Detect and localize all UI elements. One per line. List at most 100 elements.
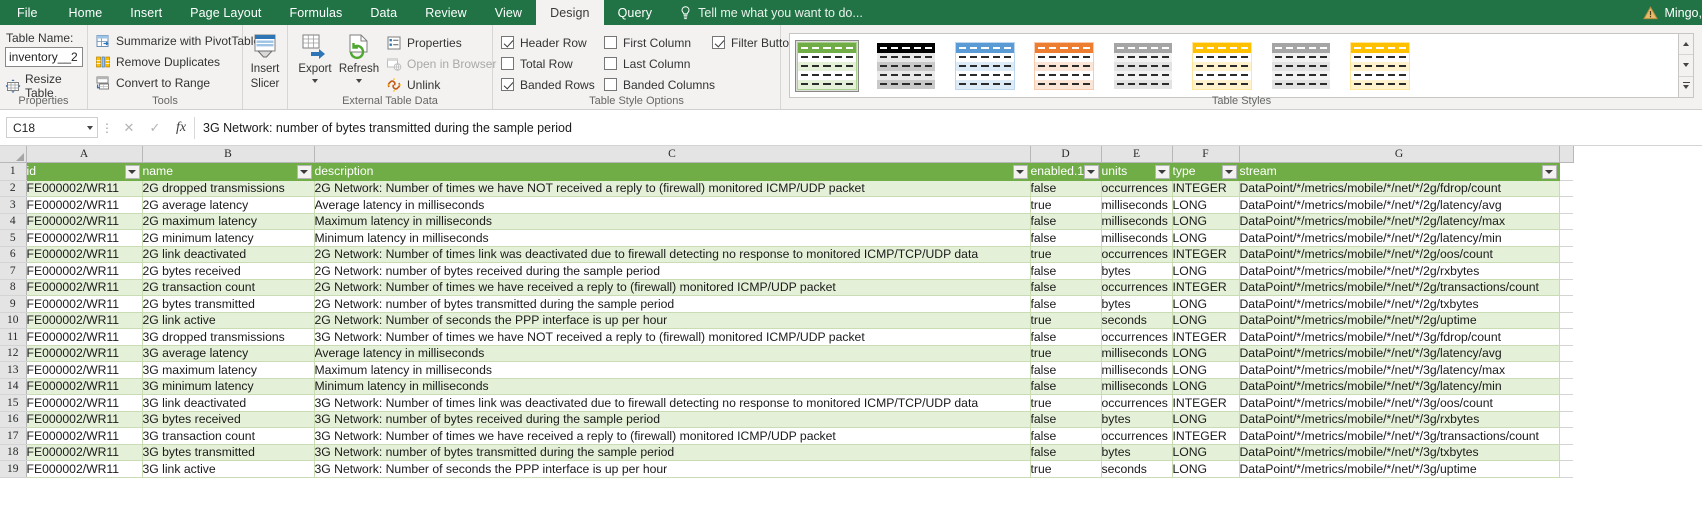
checkbox-header-row[interactable]: Header Row	[501, 36, 604, 50]
insert-slicer-button[interactable]: Insert Slicer	[243, 30, 287, 90]
cell-F11[interactable]: INTEGER	[1172, 328, 1240, 346]
name-box-chevron-down-icon[interactable]	[87, 125, 93, 130]
cell-B4[interactable]: 2G maximum latency	[142, 213, 315, 230]
cell-F7[interactable]: LONG	[1172, 262, 1240, 280]
cell-G5[interactable]: DataPoint/*/metrics/mobile/*/net/*/2g/la…	[1239, 229, 1560, 247]
column-header-F[interactable]: F	[1172, 146, 1240, 163]
cell-F16[interactable]: LONG	[1172, 411, 1240, 428]
cell-F19[interactable]: LONG	[1172, 460, 1240, 478]
cell-A5[interactable]: FE000002/WR11	[26, 229, 143, 247]
header-row-checkbox-box[interactable]	[501, 36, 514, 49]
cell-G6[interactable]: DataPoint/*/metrics/mobile/*/net/*/2g/oo…	[1239, 246, 1560, 263]
cell-G15[interactable]: DataPoint/*/metrics/mobile/*/net/*/3g/oo…	[1239, 394, 1560, 412]
column-header-C[interactable]: C	[314, 146, 1031, 163]
tab-insert[interactable]: Insert	[116, 0, 176, 25]
cell-G3[interactable]: DataPoint/*/metrics/mobile/*/net/*/2g/la…	[1239, 196, 1560, 214]
cell-B18[interactable]: 3G bytes transmitted	[142, 444, 315, 461]
cell-E3[interactable]: milliseconds	[1101, 196, 1173, 214]
table-row[interactable]: 10 FE000002/WR11 2G link active 2G Network:…	[0, 312, 1573, 329]
table-column-header-units[interactable]: units	[1101, 162, 1173, 181]
column-header-E[interactable]: E	[1101, 146, 1173, 163]
cell-E9[interactable]: bytes	[1101, 295, 1173, 313]
row-header-17[interactable]: 17	[0, 427, 27, 445]
cell-A15[interactable]: FE000002/WR11	[26, 394, 143, 412]
table-row[interactable]: 7 FE000002/WR11 2G bytes received 2G Networ…	[0, 262, 1573, 280]
table-row[interactable]: 11 FE000002/WR11 3G dropped transmissions 3…	[0, 328, 1573, 346]
cell-E6[interactable]: occurrences	[1101, 246, 1173, 263]
table-row[interactable]: 14 FE000002/WR11 3G minimum latency Minimum…	[0, 378, 1573, 395]
row-header-12[interactable]: 12	[0, 345, 27, 362]
banded-columns-checkbox-box[interactable]	[604, 78, 617, 91]
tab-design[interactable]: Design	[536, 0, 604, 25]
cell-B5[interactable]: 2G minimum latency	[142, 229, 315, 247]
cell-A3[interactable]: FE000002/WR11	[26, 196, 143, 214]
gallery-scroll-buttons[interactable]	[1678, 34, 1693, 97]
row-header-7[interactable]: 7	[0, 262, 27, 280]
tab-review[interactable]: Review	[411, 0, 481, 25]
cell-D4[interactable]: false	[1030, 213, 1102, 230]
cell-C7[interactable]: 2G Network: number of bytes received dur…	[314, 262, 1031, 280]
cell-G7[interactable]: DataPoint/*/metrics/mobile/*/net/*/2g/rx…	[1239, 262, 1560, 280]
cell-D2[interactable]: false	[1030, 180, 1102, 197]
row-header-6[interactable]: 6	[0, 246, 27, 263]
total-row-checkbox-box[interactable]	[501, 57, 514, 70]
tab-data[interactable]: Data	[356, 0, 411, 25]
table-row[interactable]: 18 FE000002/WR11 3G bytes transmitted 3G Ne…	[0, 444, 1573, 461]
cell-E12[interactable]: milliseconds	[1101, 345, 1173, 362]
table-column-header-enabled.1[interactable]: enabled.1	[1030, 162, 1102, 181]
cell-B16[interactable]: 3G bytes received	[142, 411, 315, 428]
row-header-15[interactable]: 15	[0, 394, 27, 412]
cell-C8[interactable]: 2G Network: Number of times we have rece…	[314, 279, 1031, 296]
cell-A13[interactable]: FE000002/WR11	[26, 361, 143, 379]
cell-A6[interactable]: FE000002/WR11	[26, 246, 143, 263]
cell-C2[interactable]: 2G Network: Number of times we have NOT …	[314, 180, 1031, 197]
remove-duplicates-button[interactable]: Remove Duplicates	[95, 51, 242, 72]
cell-D10[interactable]: true	[1030, 312, 1102, 329]
cell-C6[interactable]: 2G Network: Number of times link was dea…	[314, 246, 1031, 263]
cell-F18[interactable]: LONG	[1172, 444, 1240, 461]
table-row[interactable]: 12 FE000002/WR11 3G average latency Average…	[0, 345, 1573, 362]
table-row[interactable]: 4 FE000002/WR11 2G maximum latency Maximum …	[0, 213, 1573, 230]
cell-F6[interactable]: INTEGER	[1172, 246, 1240, 263]
table-style-swatch-green[interactable]	[795, 39, 859, 92]
table-row[interactable]: 8 FE000002/WR11 2G transaction count 2G Net…	[0, 279, 1573, 296]
cell-D12[interactable]: true	[1030, 345, 1102, 362]
gallery-more-button[interactable]	[1679, 77, 1693, 97]
cell-A17[interactable]: FE000002/WR11	[26, 427, 143, 445]
cell-C19[interactable]: 3G Network: Number of seconds the PPP in…	[314, 460, 1031, 478]
cell-D18[interactable]: false	[1030, 444, 1102, 461]
cell-C10[interactable]: 2G Network: Number of seconds the PPP in…	[314, 312, 1031, 329]
tab-query[interactable]: Query	[604, 0, 667, 25]
row-header-13[interactable]: 13	[0, 361, 27, 379]
cell-F15[interactable]: INTEGER	[1172, 394, 1240, 412]
formula-input[interactable]: 3G Network: number of bytes transmitted …	[194, 116, 1702, 139]
column-header-G[interactable]: G	[1239, 146, 1560, 163]
table-style-swatch-yellow2[interactable]	[1349, 41, 1411, 91]
refresh-dropdown-arrow[interactable]	[356, 78, 362, 83]
tab-page-layout[interactable]: Page Layout	[176, 0, 275, 25]
table-name-input[interactable]	[5, 47, 83, 67]
table-row[interactable]: 13 FE000002/WR11 3G maximum latency Maximum…	[0, 361, 1573, 379]
cancel-entry-button[interactable]: ✕	[116, 117, 142, 139]
cell-B17[interactable]: 3G transaction count	[142, 427, 315, 445]
filter-dropdown-icon-stream[interactable]	[1541, 164, 1557, 179]
cell-B14[interactable]: 3G minimum latency	[142, 378, 315, 395]
name-box[interactable]: C18	[6, 117, 98, 138]
cell-G12[interactable]: DataPoint/*/metrics/mobile/*/net/*/3g/la…	[1239, 345, 1560, 362]
cell-C13[interactable]: Maximum latency in milliseconds	[314, 361, 1031, 379]
cell-F12[interactable]: LONG	[1172, 345, 1240, 362]
cell-C9[interactable]: 2G Network: number of bytes transmitted …	[314, 295, 1031, 313]
cell-B2[interactable]: 2G dropped transmissions	[142, 180, 315, 197]
table-style-swatch-gray[interactable]	[1112, 41, 1174, 91]
cell-B7[interactable]: 2G bytes received	[142, 262, 315, 280]
tell-me-box[interactable]: Tell me what you want to do...	[666, 0, 875, 25]
cell-E8[interactable]: occurrences	[1101, 279, 1173, 296]
table-column-header-id[interactable]: id	[26, 162, 143, 181]
cell-B13[interactable]: 3G maximum latency	[142, 361, 315, 379]
account-area[interactable]: Mingo,	[1643, 0, 1702, 25]
row-header-4[interactable]: 4	[0, 213, 27, 230]
confirm-entry-button[interactable]: ✓	[142, 117, 168, 139]
cell-F10[interactable]: LONG	[1172, 312, 1240, 329]
row-header-5[interactable]: 5	[0, 229, 27, 247]
cell-G13[interactable]: DataPoint/*/metrics/mobile/*/net/*/3g/la…	[1239, 361, 1560, 379]
